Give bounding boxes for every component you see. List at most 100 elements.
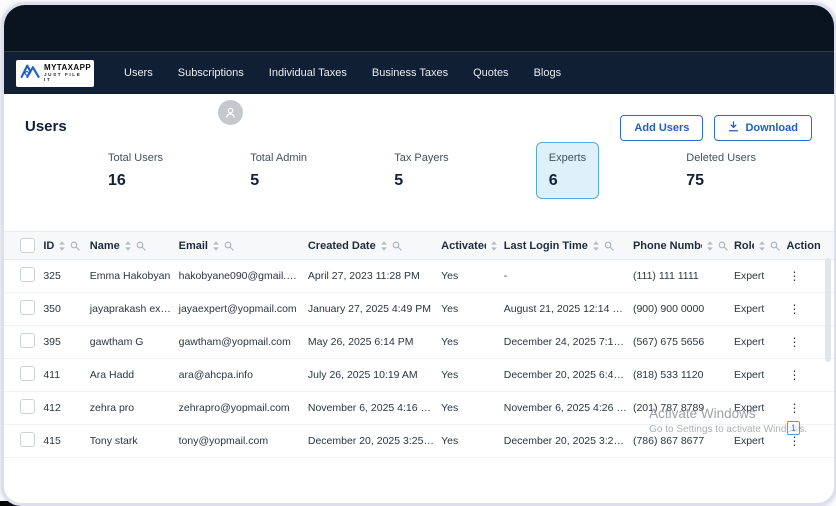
cell-created: November 6, 2025 4:16 PM [304, 391, 439, 425]
nav-item-blogs[interactable]: Blogs [534, 67, 562, 79]
sort-icon[interactable] [58, 240, 66, 251]
row-checkbox[interactable] [20, 432, 35, 447]
cell-email: ara@ahcpa.info [175, 358, 305, 392]
column-label[interactable]: Name [90, 240, 120, 252]
column-search-icon[interactable] [70, 241, 80, 251]
table-row-user-412: 412 zehra pro zehrapro@yopmail.com November… [4, 391, 834, 425]
sort-icon[interactable] [592, 240, 600, 251]
stat-label: Total Admin [250, 152, 308, 164]
row-actions-menu-icon[interactable]: ⋮ [786, 369, 802, 381]
cell-name: jayaprakash expert [86, 292, 176, 326]
cell-name: gawtham G [86, 325, 176, 359]
table-row-user-411: 411 Ara Hadd ara@ahcpa.info July 26, 2025 1… [4, 358, 834, 392]
cell-id: 350 [40, 292, 87, 326]
column-header-id: ID [40, 231, 87, 260]
download-button[interactable]: Download [714, 115, 812, 141]
row-actions-menu-icon[interactable]: ⋮ [786, 303, 802, 315]
row-checkbox[interactable] [20, 366, 35, 381]
page-title: Users [25, 118, 67, 135]
stat-card-experts[interactable]: Experts 6 [535, 142, 600, 199]
cell-id: 325 [40, 259, 87, 293]
person-icon [226, 107, 235, 118]
sort-icon[interactable] [490, 240, 498, 251]
row-checkbox[interactable] [20, 333, 35, 348]
cell-phone: (786) 867 8677 [629, 424, 731, 458]
sort-icon[interactable] [212, 240, 220, 251]
cell-action: ⋮ [783, 358, 834, 392]
column-label[interactable]: Phone Number [633, 240, 702, 252]
nav-item-individual-taxes[interactable]: Individual Taxes [269, 67, 347, 79]
cell-id: 395 [40, 325, 87, 359]
user-avatar[interactable] [218, 100, 243, 125]
table-row-user-325: 325 Emma Hakobyan hakobyane090@gmail.com Ap… [4, 259, 834, 293]
brand-name: MYTAXAPP [44, 62, 92, 72]
row-actions-menu-icon[interactable]: ⋮ [786, 336, 802, 348]
column-search-icon[interactable] [718, 241, 728, 251]
select-all-checkbox[interactable] [20, 238, 35, 253]
nav-item-business-taxes[interactable]: Business Taxes [372, 67, 448, 79]
stat-label: Total Users [108, 152, 164, 164]
row-actions-menu-icon[interactable]: ⋮ [786, 270, 802, 282]
column-label[interactable]: Last Login Time [504, 240, 588, 252]
browser-top-strip [4, 5, 834, 52]
stat-card-deleted-users[interactable]: Deleted Users 75 [686, 152, 756, 190]
cell-last_login: December 24, 2025 7:10 PM [500, 325, 630, 359]
column-search-icon[interactable] [604, 241, 614, 251]
sort-icon[interactable] [124, 240, 132, 251]
column-header-col[interactable] [4, 231, 41, 260]
stat-label: Experts [548, 152, 587, 164]
column-header-last-login-time: Last Login Time [500, 231, 630, 260]
column-label[interactable]: Role [734, 240, 755, 252]
column-search-icon[interactable] [224, 241, 234, 251]
nav-item-subscriptions[interactable]: Subscriptions [178, 67, 244, 79]
add-users-button[interactable]: Add Users [620, 115, 704, 141]
cell-created: December 20, 2025 3:25 PM [304, 424, 439, 458]
sort-icon[interactable] [706, 240, 714, 251]
column-header-phone-number: Phone Number [629, 231, 731, 260]
cell-created: May 26, 2025 6:14 PM [304, 325, 439, 359]
stat-card-total-admin[interactable]: Total Admin 5 [250, 152, 307, 190]
nav-items: Users Subscriptions Individual Taxes Busine… [124, 67, 561, 79]
cell-phone: (818) 533 1120 [629, 358, 731, 392]
stat-label: Tax Payers [394, 152, 449, 164]
nav-item-users[interactable]: Users [124, 67, 153, 79]
cell-phone: (567) 675 5656 [629, 325, 731, 359]
download-label: Download [745, 122, 798, 134]
pagination-page-1[interactable]: 1 [787, 421, 800, 435]
column-search-icon[interactable] [770, 241, 781, 251]
cell-email: zehrapro@yopmail.com [175, 391, 305, 425]
cell-role: Expert [730, 325, 784, 359]
row-actions-menu-icon[interactable]: ⋮ [786, 402, 802, 414]
column-header-action: Action [783, 231, 834, 260]
cell-created: April 27, 2023 11:28 PM [304, 259, 439, 293]
cell-role: Expert [730, 358, 784, 392]
column-label[interactable]: Created Date [308, 240, 376, 252]
row-checkbox[interactable] [20, 300, 35, 315]
cell-activated: Yes [438, 292, 501, 326]
column-label[interactable]: Email [179, 240, 208, 252]
download-icon [728, 121, 739, 135]
column-label[interactable]: Activated [441, 240, 486, 252]
cell-email: gawtham@yopmail.com [175, 325, 305, 359]
stat-label: Deleted Users [686, 152, 756, 164]
sort-icon[interactable] [380, 240, 388, 251]
vertical-scrollbar-thumb[interactable] [825, 258, 831, 362]
cell-phone: (201) 787 8789 [629, 391, 731, 425]
table-row-user-395: 395 gawtham Ggawtham@yopmail.com May 26, 2… [4, 325, 834, 359]
stat-card-total-users[interactable]: Total Users 16 [108, 152, 163, 190]
cell-role: Expert [730, 424, 784, 458]
cell-activated: Yes [438, 325, 501, 359]
sort-icon[interactable] [758, 240, 766, 251]
nav-item-quotes[interactable]: Quotes [473, 67, 508, 79]
row-checkbox[interactable] [20, 399, 35, 414]
stat-card-tax-payers[interactable]: Tax Payers 5 [394, 152, 448, 190]
brand-logo[interactable]: MYTAXAPP JUST FILE IT [16, 59, 94, 87]
cell-select [4, 391, 41, 425]
cell-activated: Yes [438, 424, 501, 458]
column-search-icon[interactable] [392, 241, 402, 251]
cell-role: Expert [730, 292, 784, 326]
row-actions-menu-icon[interactable]: ⋮ [786, 435, 802, 447]
row-checkbox[interactable] [20, 267, 35, 282]
column-label[interactable]: ID [43, 240, 54, 252]
column-search-icon[interactable] [136, 241, 146, 251]
